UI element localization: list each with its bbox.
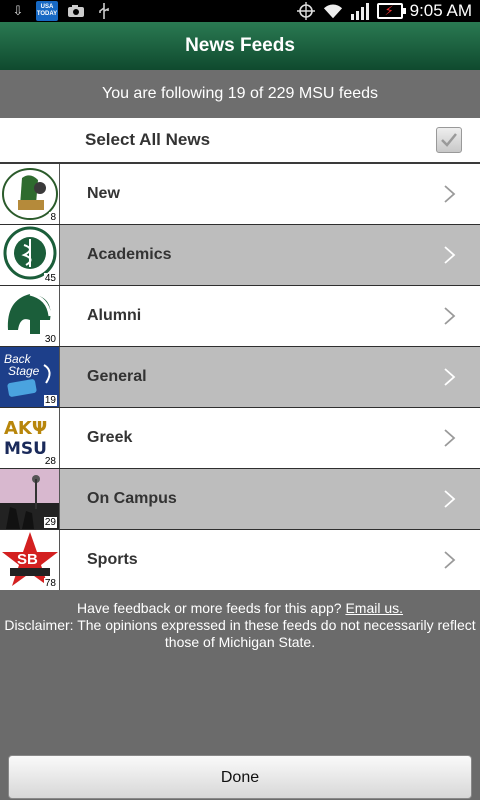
feed-thumbnail: 8 (0, 164, 60, 224)
usa-today-icon: USA TODAY (36, 1, 58, 21)
chevron-right-icon (444, 307, 456, 325)
svg-text:SB: SB (17, 551, 38, 568)
chevron-right-icon (444, 490, 456, 508)
svg-text:AKΨ: AKΨ (4, 418, 47, 439)
system-status: ⚡ 9:05 AM (296, 1, 480, 21)
feed-row-general[interactable]: Back Stage 19 General (0, 347, 480, 408)
feed-label: General (87, 368, 147, 385)
feed-thumbnail: Back Stage 19 (0, 347, 60, 407)
camera-icon (66, 2, 86, 20)
select-all-checkbox[interactable] (436, 127, 462, 153)
feed-row-new[interactable]: 8 New (0, 164, 480, 225)
feed-label: Sports (87, 551, 138, 568)
feed-row-alumni[interactable]: 30 Alumni (0, 286, 480, 347)
disclaimer-text: Disclaimer: The opinions expressed in th… (4, 617, 476, 650)
feed-count: 8 (49, 212, 57, 223)
feed-row-sports[interactable]: SB 78 Sports (0, 530, 480, 591)
usb-icon (94, 2, 114, 20)
chevron-right-icon (444, 368, 456, 386)
feed-label: Greek (87, 429, 133, 446)
feed-thumbnail: AKΨ MSU 28 (0, 408, 60, 468)
feed-count: 45 (43, 273, 57, 284)
select-all-label: Select All News (85, 130, 211, 149)
checkmark-icon (441, 133, 457, 147)
feed-thumbnail: SB 78 (0, 530, 60, 590)
chevron-right-icon (444, 185, 456, 203)
feed-thumbnail: 45 (0, 225, 60, 285)
gps-icon (296, 2, 316, 20)
feed-thumbnail: 29 (0, 469, 60, 529)
svg-text:MSU: MSU (4, 439, 47, 459)
chevron-right-icon (444, 246, 456, 264)
page-title: News Feeds (0, 22, 480, 70)
notification-icons: ⇩ USA TODAY (0, 1, 114, 21)
feed-count: 29 (43, 517, 57, 528)
feed-label: Academics (87, 246, 172, 263)
download-icon: ⇩ (12, 3, 24, 18)
signal-icon (350, 2, 370, 20)
feed-label: New (87, 185, 120, 202)
chevron-right-icon (444, 429, 456, 447)
feed-label: On Campus (87, 490, 177, 507)
feed-count: 78 (43, 578, 57, 589)
done-button[interactable]: Done (8, 755, 472, 799)
backstage-text-line2: Stage (8, 364, 40, 378)
feed-count: 30 (43, 334, 57, 345)
feed-row-academics[interactable]: 45 Academics (0, 225, 480, 286)
feed-count: 28 (43, 456, 57, 467)
feed-thumbnail: 30 (0, 286, 60, 346)
feed-count: 19 (43, 395, 57, 406)
email-us-link[interactable]: Email us. (345, 600, 403, 616)
following-summary: You are following 19 of 229 MSU feeds (0, 70, 480, 118)
done-bar: Done (0, 743, 480, 800)
feed-row-greek[interactable]: AKΨ MSU 28 Greek (0, 408, 480, 469)
feedback-line: Have feedback or more feeds for this app… (0, 600, 480, 617)
battery-charging-icon: ⚡ (376, 3, 406, 19)
feed-label: Alumni (87, 307, 142, 324)
footer: Have feedback or more feeds for this app… (0, 590, 480, 755)
feedback-text: Have feedback or more feeds for this app… (76, 600, 342, 616)
feed-row-on-campus[interactable]: 29 On Campus (0, 469, 480, 530)
chevron-right-icon (444, 551, 456, 569)
feed-list: 8 New 45 Academics 30 Alumni Back Stage … (0, 164, 480, 591)
select-all-row[interactable]: Select All News (0, 118, 480, 164)
clock: 9:05 AM (409, 1, 472, 20)
wifi-icon (323, 2, 343, 20)
status-bar: ⇩ USA TODAY ⚡ 9:05 AM (0, 0, 480, 22)
